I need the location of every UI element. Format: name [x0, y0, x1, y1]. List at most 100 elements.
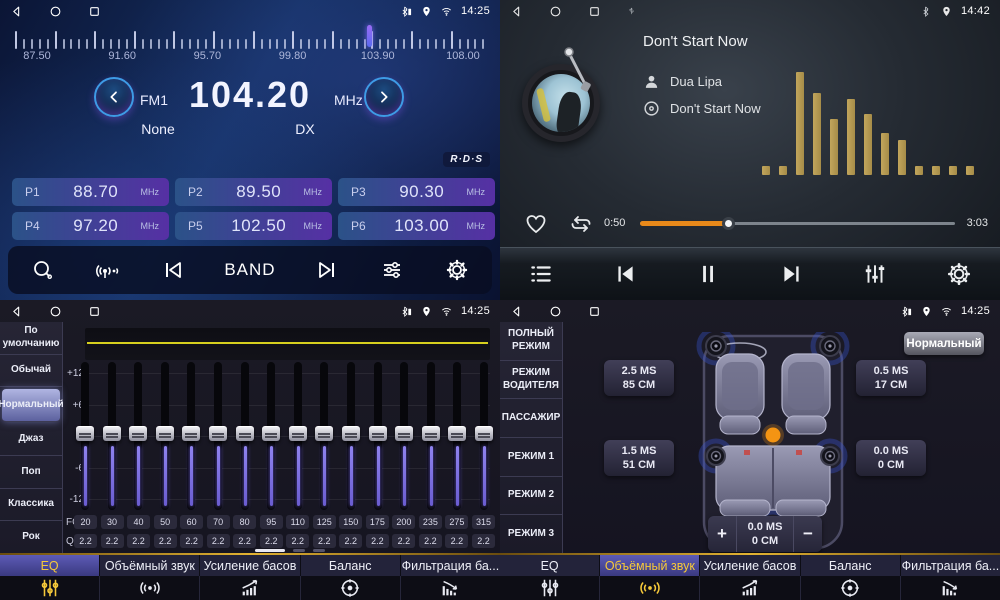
listening-mode-item[interactable]: РЕЖИМ ВОДИТЕЛЯ	[500, 361, 562, 400]
equalizer-mixer-icon[interactable]	[862, 261, 888, 287]
home-icon[interactable]	[49, 5, 62, 18]
tab-surround-icon-cell[interactable]	[600, 576, 700, 600]
tab-balance[interactable]: Баланс	[801, 555, 901, 576]
q-value[interactable]: 2.2	[207, 534, 230, 548]
tab-eq-icon-cell[interactable]	[500, 576, 600, 600]
slider-handle[interactable]	[209, 426, 227, 441]
eq-band-slider[interactable]	[313, 362, 335, 512]
tab-bass-boost[interactable]: Усиление басов	[200, 555, 300, 576]
q-value[interactable]: 2.2	[74, 534, 97, 548]
slider-handle[interactable]	[422, 426, 440, 441]
tune-down-button[interactable]	[94, 77, 134, 117]
fc-value[interactable]: 20	[74, 515, 97, 529]
eq-band-slider[interactable]	[74, 362, 96, 512]
eq-band-slider[interactable]	[234, 362, 256, 512]
slider-handle[interactable]	[129, 426, 147, 441]
back-icon[interactable]	[510, 5, 523, 18]
progress-knob[interactable]	[722, 217, 735, 230]
broadcast-seek-button[interactable]	[95, 257, 121, 283]
q-value[interactable]: 2.2	[313, 534, 336, 548]
slider-handle[interactable]	[369, 426, 387, 441]
slider-handle[interactable]	[395, 426, 413, 441]
q-value[interactable]: 2.2	[180, 534, 203, 548]
eq-band-slider[interactable]	[473, 362, 495, 512]
eq-band-slider[interactable]	[207, 362, 229, 512]
q-value[interactable]: 2.2	[154, 534, 177, 548]
recents-icon[interactable]	[88, 305, 101, 318]
search-stations-button[interactable]	[30, 257, 56, 283]
tab-balance-icon-cell[interactable]	[801, 576, 901, 600]
tab-filter[interactable]: Фильтрация ба...	[401, 555, 500, 576]
tuner-scale[interactable]	[15, 27, 485, 49]
eq-band-slider[interactable]	[393, 362, 415, 512]
preset-p2[interactable]: P289.50MHz	[175, 178, 332, 206]
tab-bass-icon-cell[interactable]	[700, 576, 800, 600]
preset-p4[interactable]: P497.20MHz	[12, 212, 169, 240]
fc-value[interactable]: 150	[339, 515, 362, 529]
q-value[interactable]: 2.2	[472, 534, 495, 548]
tab-balance[interactable]: Баланс	[301, 555, 401, 576]
slider-handle[interactable]	[289, 426, 307, 441]
recents-icon[interactable]	[588, 5, 601, 18]
delay-decrease-button[interactable]: −	[794, 516, 822, 552]
fc-value[interactable]: 40	[127, 515, 150, 529]
home-icon[interactable]	[549, 305, 562, 318]
slider-handle[interactable]	[315, 426, 333, 441]
preset-p6[interactable]: P6103.00MHz	[338, 212, 495, 240]
fc-value[interactable]: 110	[286, 515, 309, 529]
eq-preset-item[interactable]: Джаз	[0, 424, 62, 457]
home-icon[interactable]	[549, 5, 562, 18]
eq-band-slider[interactable]	[180, 362, 202, 512]
tab-filter-icon-cell[interactable]	[901, 576, 1000, 600]
delay-rear-left[interactable]: 1.5 MS 51 CM	[604, 440, 674, 476]
tab-eq[interactable]: EQ	[0, 555, 100, 576]
sound-profile-button[interactable]: Нормальный	[904, 332, 984, 355]
eq-band-slider[interactable]	[127, 362, 149, 512]
preset-p5[interactable]: P5102.50MHz	[175, 212, 332, 240]
eq-band-slider[interactable]	[154, 362, 176, 512]
delay-front-left[interactable]: 2.5 MS 85 CM	[604, 360, 674, 396]
settings-button[interactable]	[444, 257, 470, 283]
slider-handle[interactable]	[342, 426, 360, 441]
q-value[interactable]: 2.2	[445, 534, 468, 548]
favorite-icon[interactable]	[524, 212, 548, 236]
tab-filter[interactable]: Фильтрация ба...	[901, 555, 1000, 576]
next-station-button[interactable]	[314, 257, 340, 283]
slider-handle[interactable]	[103, 426, 121, 441]
fc-value[interactable]: 275	[445, 515, 468, 529]
fc-value[interactable]: 315	[472, 515, 495, 529]
tab-bass-icon-cell[interactable]	[200, 576, 300, 600]
next-track-icon[interactable]	[779, 261, 805, 287]
album-art[interactable]	[522, 64, 600, 142]
slider-handle[interactable]	[262, 426, 280, 441]
q-value[interactable]: 2.2	[233, 534, 256, 548]
eq-band-slider[interactable]	[340, 362, 362, 512]
tab-filter-icon-cell[interactable]	[401, 576, 500, 600]
q-value[interactable]: 2.2	[101, 534, 124, 548]
fc-value[interactable]: 30	[101, 515, 124, 529]
pause-icon[interactable]	[695, 261, 721, 287]
back-icon[interactable]	[510, 305, 523, 318]
back-icon[interactable]	[10, 5, 23, 18]
eq-band-slider[interactable]	[446, 362, 468, 512]
tab-balance-icon-cell[interactable]	[301, 576, 401, 600]
listening-mode-item[interactable]: РЕЖИМ 2	[500, 477, 562, 516]
home-icon[interactable]	[49, 305, 62, 318]
q-value[interactable]: 2.2	[419, 534, 442, 548]
listening-mode-item[interactable]: РЕЖИМ 3	[500, 515, 562, 553]
eq-preset-item[interactable]: По умолчанию	[0, 322, 62, 355]
previous-track-icon[interactable]	[612, 261, 638, 287]
tab-surround[interactable]: Объёмный звук	[600, 555, 700, 576]
slider-handle[interactable]	[236, 426, 254, 441]
recents-icon[interactable]	[588, 305, 601, 318]
preset-p1[interactable]: P188.70MHz	[12, 178, 169, 206]
eq-band-slider[interactable]	[367, 362, 389, 512]
slider-handle[interactable]	[448, 426, 466, 441]
previous-station-button[interactable]	[160, 257, 186, 283]
fc-value[interactable]: 175	[366, 515, 389, 529]
listening-mode-item[interactable]: РЕЖИМ 1	[500, 438, 562, 477]
slider-handle[interactable]	[182, 426, 200, 441]
listening-mode-item[interactable]: ПОЛНЫЙ РЕЖИМ	[500, 322, 562, 361]
eq-band-slider[interactable]	[420, 362, 442, 512]
fc-value[interactable]: 80	[233, 515, 256, 529]
